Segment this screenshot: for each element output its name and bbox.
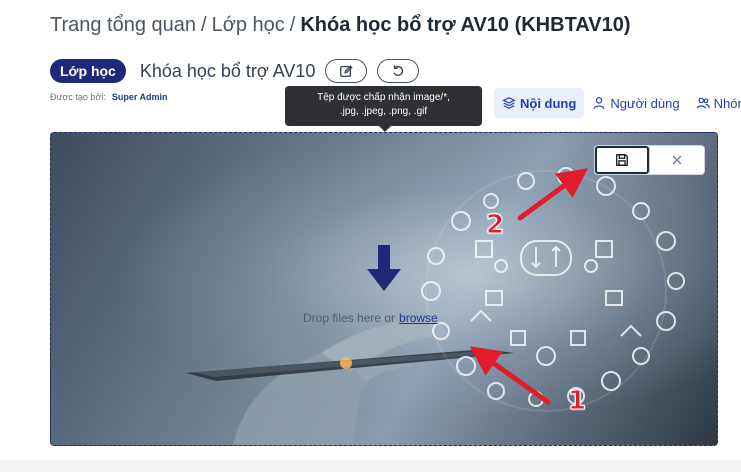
created-by: Được tạo bởi: Super Admin [50, 92, 168, 102]
close-button[interactable] [650, 146, 704, 174]
breadcrumb: Trang tổng quan / Lớp học / Khóa học bổ trợ … [50, 14, 631, 37]
breadcrumb-dashboard[interactable]: Trang tổng quan [50, 14, 196, 36]
tab-bar: Nội dung Người dùng Nhóm [494, 88, 741, 118]
created-by-user: Super Admin [111, 92, 168, 102]
tooltip-line-2: .jpg, .jpeg, .png, .gif [339, 106, 428, 117]
user-icon [593, 97, 605, 109]
image-dropzone[interactable]: Drop files here or browse [50, 132, 718, 446]
image-action-group [594, 145, 705, 175]
breadcrumb-separator: / [201, 14, 207, 36]
breadcrumb-classes[interactable]: Lớp học [212, 14, 285, 36]
save-button-focus-ring [595, 146, 649, 174]
page: Trang tổng quan / Lớp học / Khóa học bổ trợ … [0, 0, 741, 472]
edit-button[interactable] [325, 59, 368, 83]
page-title: Khóa học bổ trợ AV10 [139, 60, 316, 81]
tooltip-line-1: Tệp được chấp nhận image/*, [317, 92, 450, 103]
created-by-label: Được tạo bởi: [50, 92, 106, 102]
class-badge: Lớp học [50, 59, 126, 83]
close-icon [672, 155, 682, 165]
dropzone-text: Drop files here or [303, 311, 396, 325]
floppy-disk-icon [616, 154, 628, 166]
annotation-marker-1: 1 [567, 386, 587, 417]
pencil-icon [340, 65, 354, 77]
upload-arrow-icon [367, 245, 401, 291]
breadcrumb-current: Khóa học bổ trợ AV10 (KHBTAV10) [300, 14, 631, 36]
page-footer-area [0, 460, 741, 472]
tab-users-label: Người dùng [610, 95, 680, 111]
tab-content[interactable]: Nội dung [494, 88, 585, 118]
browse-link[interactable]: browse [399, 311, 438, 325]
file-types-tooltip: Tệp được chấp nhận image/*, .jpg, .jpeg,… [285, 86, 482, 132]
undo-icon [393, 65, 404, 76]
annotation-marker-2: 2 [485, 210, 505, 241]
tech-icons-cloud [421, 167, 685, 412]
dropzone-instructions: Drop files here or browse [303, 311, 438, 325]
breadcrumb-separator: / [289, 14, 296, 36]
save-button[interactable] [595, 146, 650, 174]
layers-icon [502, 97, 516, 109]
title-row: Lớp học Khóa học bổ trợ AV10 [50, 58, 420, 84]
tab-groups-label: Nhóm [713, 95, 741, 111]
tooltip-arrow [379, 126, 391, 132]
users-icon [696, 97, 710, 109]
reset-button[interactable] [377, 59, 420, 83]
tab-users[interactable]: Người dùng [584, 88, 687, 118]
tab-groups[interactable]: Nhóm [688, 88, 741, 118]
tab-content-label: Nội dung [520, 95, 577, 111]
